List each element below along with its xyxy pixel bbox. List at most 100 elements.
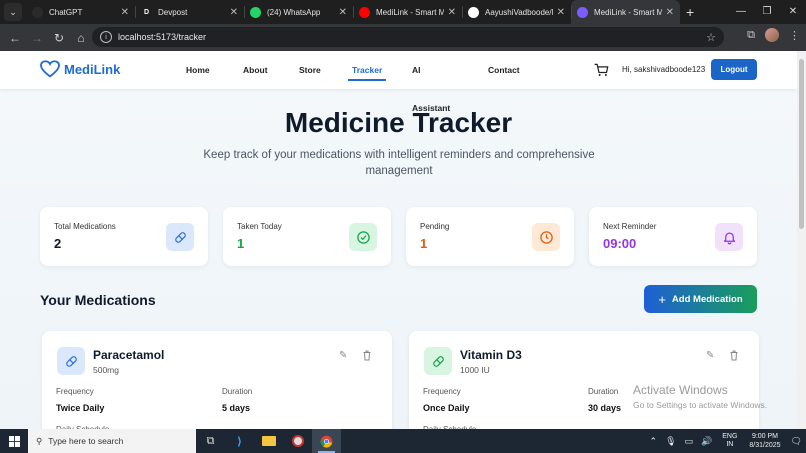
browser-tab[interactable]: (24) WhatsApp ✕	[244, 0, 353, 24]
brand-name: MediLink	[64, 61, 121, 77]
pill-icon	[424, 347, 452, 375]
browser-menu-icon[interactable]: ⋮	[789, 29, 800, 42]
taskbar-search[interactable]: ⚲ Type here to search	[28, 429, 196, 453]
clock[interactable]: 9:00 PM 8/31/2025	[749, 432, 780, 450]
site-info-icon[interactable]: i	[100, 31, 112, 43]
stat-card: Pending 1	[406, 207, 574, 266]
tab-close-icon[interactable]: ✕	[666, 7, 674, 18]
clock-time: 9:00 PM	[751, 433, 779, 440]
medication-name: Paracetamol	[93, 348, 165, 362]
check-circle-icon	[349, 223, 377, 251]
network-icon[interactable]: ▭	[685, 436, 694, 447]
restore-button[interactable]: ❐	[754, 0, 780, 24]
reload-button[interactable]: ↻	[48, 31, 70, 45]
delete-trash-icon[interactable]	[729, 350, 739, 364]
mic-icon[interactable]: 🎙	[665, 436, 676, 447]
minimize-button[interactable]: —	[728, 0, 754, 24]
tab-search-button[interactable]: ⌄	[4, 3, 22, 21]
close-window-button[interactable]: ✕	[780, 0, 806, 24]
bookmark-star-icon[interactable]: ☆	[706, 31, 716, 44]
tab-label: AayushiVadboode/M	[485, 7, 553, 17]
browser-tab[interactable]: MediLink - Smart Me ✕	[571, 0, 680, 24]
tab-close-icon[interactable]: ✕	[557, 7, 565, 18]
add-medication-label: Add Medication	[671, 293, 743, 305]
chrome-icon[interactable]	[312, 429, 341, 453]
notifications-icon[interactable]: 🗨	[791, 436, 802, 447]
tab-favicon-icon	[32, 6, 43, 18]
profile-avatar[interactable]	[765, 28, 779, 42]
nav-link-store[interactable]: Store	[299, 51, 321, 89]
add-medication-button[interactable]: + Add Medication	[644, 285, 757, 313]
search-icon: ⚲	[36, 435, 43, 446]
frequency-value: Twice Daily	[56, 403, 105, 413]
brand-logo[interactable]: MediLink	[40, 60, 120, 78]
home-button[interactable]: ⌂	[70, 31, 92, 45]
medication-card: Vitamin D3 1000 IU ✎ Frequency Once Dail…	[409, 331, 759, 429]
cart-icon[interactable]	[594, 63, 609, 77]
stat-value: 1	[237, 236, 245, 251]
nav-link-ai-assistant[interactable]: AI Assistant	[412, 51, 450, 113]
browser-tab[interactable]: MediLink - Smart Me ✕	[353, 0, 462, 24]
browser-tab[interactable]: D Devpost ✕	[135, 0, 244, 24]
clock-icon	[532, 223, 560, 251]
browser-tab[interactable]: AayushiVadboode/M ✕	[462, 0, 571, 24]
new-tab-button[interactable]: +	[686, 4, 694, 20]
duration-label: Duration	[588, 387, 619, 396]
vscode-icon[interactable]: ⟩	[225, 429, 254, 453]
pill-icon	[166, 223, 194, 251]
bell-icon	[715, 223, 743, 251]
nav-link-tracker[interactable]: Tracker	[347, 51, 387, 89]
tab-close-icon[interactable]: ✕	[448, 7, 456, 18]
logout-button[interactable]: Logout	[711, 59, 757, 80]
tab-favicon-icon	[359, 6, 370, 18]
forward-button[interactable]: →	[26, 31, 48, 45]
windows-logo-icon	[8, 435, 20, 447]
task-view-icon[interactable]: ⧉	[196, 429, 225, 453]
stat-label: Pending	[420, 222, 450, 231]
back-button[interactable]: ←	[4, 31, 26, 45]
tab-label: Devpost	[158, 7, 188, 17]
heart-icon	[40, 60, 60, 78]
site-navbar: MediLink Home About Store Tracker AI Assista…	[0, 51, 797, 113]
watermark-title: Activate Windows	[633, 383, 728, 397]
plus-icon: +	[658, 291, 666, 307]
medication-dose: 500mg	[93, 365, 119, 375]
chrome-logo	[320, 435, 333, 448]
start-button[interactable]	[0, 429, 28, 453]
nav-link-contact[interactable]: Contact	[488, 51, 520, 89]
nav-link-about[interactable]: About	[243, 51, 268, 89]
address-bar[interactable]: i localhost:5173/tracker ☆	[92, 27, 724, 47]
tab-close-icon[interactable]: ✕	[121, 7, 129, 18]
frequency-label: Frequency	[423, 387, 461, 396]
browser-tab[interactable]: ChatGPT ✕	[26, 0, 135, 24]
stat-label: Total Medications	[54, 222, 116, 231]
stat-label: Next Reminder	[603, 222, 657, 231]
file-explorer-icon[interactable]	[254, 429, 283, 453]
volume-icon[interactable]: 🔊	[701, 436, 712, 447]
tab-close-icon[interactable]: ✕	[339, 7, 347, 18]
edit-pencil-icon[interactable]: ✎	[706, 350, 714, 361]
nav-link-home[interactable]: Home	[186, 51, 210, 89]
lang-region: IN	[726, 441, 734, 448]
extensions-icon[interactable]: ⧉	[747, 29, 755, 42]
frequency-value: Once Daily	[423, 403, 470, 413]
language-indicator[interactable]: ENG IN	[722, 433, 737, 449]
app-icon[interactable]	[283, 429, 312, 453]
delete-trash-icon[interactable]	[362, 350, 372, 364]
medication-name: Vitamin D3	[460, 348, 522, 362]
tray-chevron-icon[interactable]: ⌃	[650, 436, 658, 447]
stats-row: Total Medications 2 Taken Today 1 Pendin…	[40, 207, 757, 266]
scrollbar-thumb[interactable]	[799, 59, 804, 229]
tab-favicon-icon: D	[141, 6, 152, 18]
edit-pencil-icon[interactable]: ✎	[339, 350, 347, 361]
tab-label: (24) WhatsApp	[267, 7, 321, 17]
windows-taskbar: ⚲ Type here to search ⧉ ⟩ ⌃ 🎙 ▭ 🔊 ENG IN…	[0, 429, 806, 453]
tab-label: MediLink - Smart Me	[376, 7, 444, 17]
stat-value: 2	[54, 236, 62, 251]
page-scrollbar[interactable]	[797, 51, 806, 429]
taskbar-search-placeholder: Type here to search	[48, 436, 124, 446]
tab-favicon-icon	[577, 6, 588, 18]
frequency-label: Frequency	[56, 387, 94, 396]
tab-close-icon[interactable]: ✕	[230, 7, 238, 18]
duration-value: 30 days	[588, 403, 622, 413]
